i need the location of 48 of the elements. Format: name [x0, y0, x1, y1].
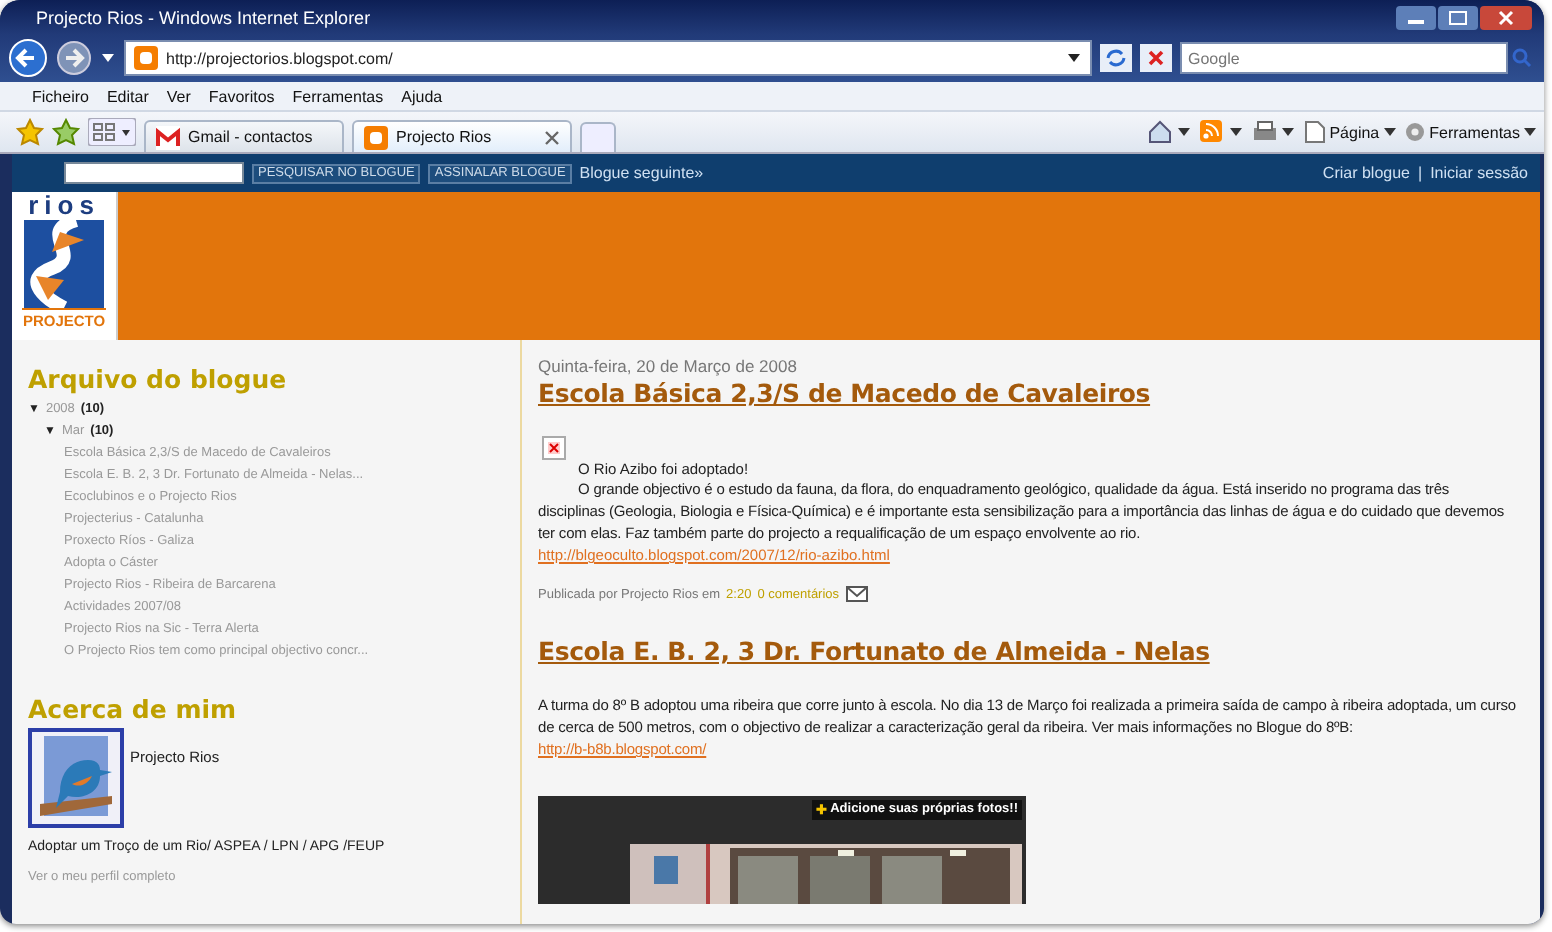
post-title[interactable]: Escola Básica 2,3/S de Macedo de Cavaleiros — [538, 378, 1151, 408]
add-favorite-icon[interactable] — [52, 118, 80, 146]
dropdown-icon[interactable] — [100, 50, 116, 66]
star-icon[interactable] — [16, 118, 44, 146]
caret-icon[interactable] — [1383, 126, 1396, 138]
browser-tab[interactable]: Projecto Rios — [352, 120, 572, 152]
page-icon[interactable] — [1303, 120, 1326, 144]
mail-icon[interactable] — [156, 125, 180, 149]
refresh-button[interactable] — [1100, 44, 1132, 72]
close-button[interactable] — [1480, 5, 1532, 29]
next-blog-link[interactable]: Blogue seguinte» — [579, 164, 704, 182]
home-icon[interactable] — [1147, 120, 1192, 144]
toolbar-button[interactable]: Página — [1303, 120, 1396, 144]
menu-item[interactable]: Editar — [106, 87, 149, 105]
close-icon[interactable] — [544, 129, 560, 145]
window-title: Projecto Rios - Windows Internet Explorer — [36, 7, 371, 27]
section-heading: Arquivo do blogue — [28, 364, 289, 394]
dropdown-icon[interactable] — [1066, 50, 1082, 66]
address-field[interactable]: http://projectorios.blogspot.com/ — [124, 40, 1092, 76]
stop-button[interactable] — [1140, 44, 1172, 72]
profile-photo[interactable] — [28, 728, 124, 828]
toolbar-button[interactable]: Ferramentas — [1403, 120, 1536, 144]
menu-item[interactable]: Ajuda — [401, 87, 443, 105]
printer-icon[interactable] — [1251, 120, 1296, 144]
maximize-button[interactable] — [1438, 5, 1478, 29]
email-icon[interactable] — [845, 586, 868, 602]
search-field[interactable]: Google — [1180, 42, 1508, 74]
feed-icon[interactable] — [1199, 120, 1244, 144]
search-field[interactable] — [64, 162, 244, 184]
blogger-icon[interactable] — [364, 125, 388, 149]
section-heading: Acerca de mim — [28, 694, 239, 724]
caret-icon[interactable] — [1524, 126, 1536, 138]
forward-icon[interactable] — [56, 40, 92, 76]
quick-tabs-icon[interactable] — [88, 118, 136, 146]
back-icon[interactable] — [8, 38, 48, 78]
post-date: Quinta-feira, 20 de Março de 2008 — [538, 356, 797, 376]
minimize-button[interactable] — [1396, 5, 1436, 29]
menu-item[interactable]: Ferramentas — [292, 87, 384, 105]
menu-item[interactable]: Ficheiro — [32, 87, 89, 105]
navbar-link[interactable]: Criar blogue — [1322, 164, 1410, 182]
browser-tab[interactable]: Gmail - contactos — [144, 120, 344, 152]
navbar-link[interactable]: Iniciar sessão — [1430, 164, 1528, 182]
menu-item[interactable]: Favoritos — [208, 87, 275, 105]
river-drawing[interactable] — [24, 220, 104, 308]
menu-item[interactable]: Ver — [166, 87, 191, 105]
separator: | — [1418, 164, 1423, 182]
post-title[interactable]: Escola E. B. 2, 3 Dr. Fortunato de Almeida - Nelas — [538, 636, 1210, 666]
blogger-icon[interactable] — [134, 46, 158, 70]
